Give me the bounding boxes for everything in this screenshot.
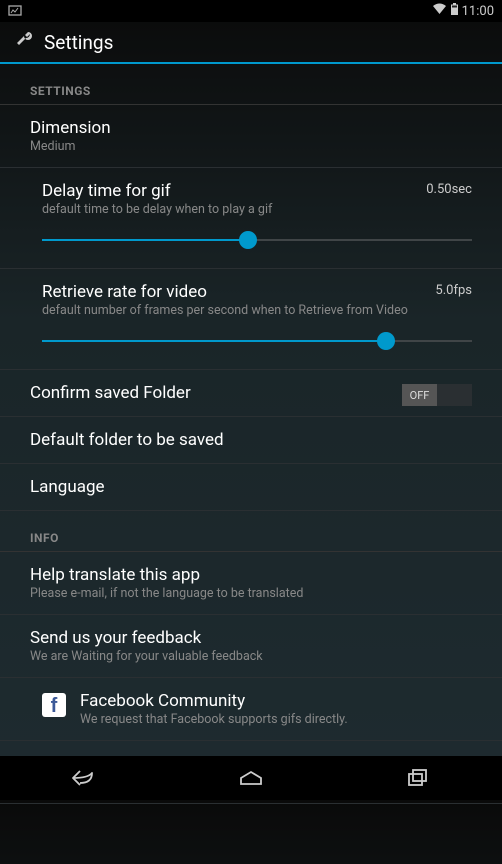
row-translate[interactable]: Help translate this app Please e-mail, i… xyxy=(0,552,502,615)
delay-subtitle: default time to be delay when to play a … xyxy=(42,202,472,217)
confirm-folder-toggle[interactable]: OFF xyxy=(402,384,472,406)
facebook-title: Facebook Community xyxy=(80,691,348,711)
retrieve-subtitle: default number of frames per second when… xyxy=(42,303,472,318)
language-title: Language xyxy=(30,477,472,497)
status-bar: 11:00 xyxy=(0,0,502,22)
default-folder-title: Default folder to be saved xyxy=(30,430,472,450)
translate-title: Help translate this app xyxy=(30,565,472,585)
back-button[interactable] xyxy=(54,763,114,793)
dimension-value: Medium xyxy=(30,139,472,154)
row-retrieve[interactable]: Retrieve rate for video default number o… xyxy=(0,269,502,370)
settings-list: SETTINGS Dimension Medium Delay time for… xyxy=(0,64,502,864)
feedback-title: Send us your feedback xyxy=(30,628,472,648)
row-dimension[interactable]: Dimension Medium xyxy=(0,105,502,168)
status-time: 11:00 xyxy=(462,4,494,19)
wifi-icon xyxy=(432,3,447,19)
delay-slider[interactable] xyxy=(42,227,472,255)
retrieve-slider[interactable] xyxy=(42,328,472,356)
recent-apps-button[interactable] xyxy=(388,763,448,793)
row-confirm-folder[interactable]: Confirm saved Folder OFF xyxy=(0,370,502,417)
row-delay[interactable]: Delay time for gif default time to be de… xyxy=(0,168,502,269)
section-info: INFO xyxy=(0,511,502,552)
slider-fill xyxy=(42,239,248,241)
title-bar: Settings xyxy=(0,22,502,64)
slider-fill xyxy=(42,340,386,342)
delay-title: Delay time for gif xyxy=(42,181,472,201)
translate-subtitle: Please e-mail, if not the language to be… xyxy=(30,586,472,601)
delay-value: 0.50sec xyxy=(426,182,472,197)
wrench-icon xyxy=(14,30,34,54)
row-language[interactable]: Language xyxy=(0,464,502,511)
toggle-off: OFF xyxy=(402,384,437,406)
feedback-subtitle: We are Waiting for your valuable feedbac… xyxy=(30,649,472,664)
navigation-bar xyxy=(0,756,502,800)
row-facebook[interactable]: f Facebook Community We request that Fac… xyxy=(0,678,502,741)
battery-icon xyxy=(451,3,458,19)
slider-thumb[interactable] xyxy=(239,231,257,249)
facebook-icon: f xyxy=(42,693,66,717)
status-notification-icon xyxy=(8,5,22,17)
home-button[interactable] xyxy=(221,763,281,793)
slider-thumb[interactable] xyxy=(377,332,395,350)
page-title: Settings xyxy=(44,31,113,54)
retrieve-title: Retrieve rate for video xyxy=(42,282,472,302)
section-settings: SETTINGS xyxy=(0,64,502,105)
facebook-subtitle: We request that Facebook supports gifs d… xyxy=(80,712,348,727)
row-feedback[interactable]: Send us your feedback We are Waiting for… xyxy=(0,615,502,678)
retrieve-value: 5.0fps xyxy=(435,283,472,298)
row-default-folder[interactable]: Default folder to be saved xyxy=(0,417,502,464)
toggle-on xyxy=(437,384,472,406)
dimension-title: Dimension xyxy=(30,118,472,138)
